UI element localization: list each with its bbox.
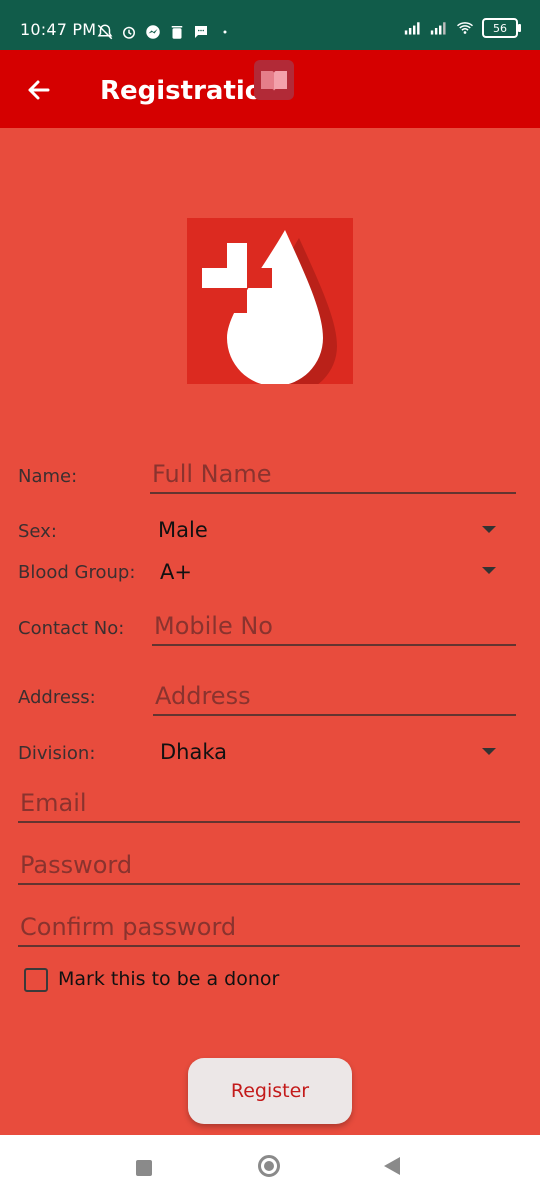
sex-dropdown-icon[interactable] [482,526,496,533]
sex-select[interactable]: Male [158,518,208,542]
status-right: 56 [404,18,521,38]
blood-group-select[interactable]: A+ [160,560,192,584]
division-label: Division: [18,743,96,764]
sex-label: Sex: [18,521,57,542]
notifications-muted-icon [96,23,114,41]
status-icons [96,20,234,44]
email-underline [18,821,520,823]
wifi-icon [456,19,474,37]
password-input[interactable]: Password [20,851,132,879]
system-nav-bar [0,1135,540,1200]
blood-donation-logo [187,218,353,394]
messenger-icon [144,23,162,41]
status-time: 10:47 PM [20,20,97,39]
division-select[interactable]: Dhaka [160,740,227,764]
password-placeholder: Password [20,851,133,879]
password-underline [18,883,520,885]
confirm-password-input[interactable]: Confirm password [20,913,236,941]
name-label: Name: [18,466,78,487]
blood-group-dropdown-icon[interactable] [482,567,496,574]
address-input[interactable]: Address [155,682,251,710]
email-placeholder: Email [20,789,87,817]
battery-icon: 56 [482,18,521,38]
contact-label: Contact No: [18,618,125,639]
contact-underline [152,644,516,646]
address-underline [153,714,516,716]
status-bar: 10:47 PM 56 [0,0,540,50]
address-label: Address: [18,687,96,708]
arrow-back-icon[interactable] [22,74,54,106]
dot-icon [216,23,234,41]
blood-group-label: Blood Group: [18,562,136,583]
book-icon[interactable] [254,60,294,100]
signal-icon [404,19,422,37]
home-icon[interactable] [258,1155,280,1177]
address-placeholder: Address [155,682,251,710]
contact-placeholder: Mobile No [154,612,273,640]
name-underline [150,492,516,494]
confirm-password-underline [18,945,520,947]
confirm-password-placeholder: Confirm password [20,913,237,941]
alarm-icon [120,23,138,41]
delete-icon [168,23,186,41]
message-icon [192,23,210,41]
signal-icon-2 [430,19,448,37]
register-button[interactable]: Register [188,1058,352,1124]
recents-icon[interactable] [136,1160,152,1176]
email-input[interactable]: Email [20,789,87,817]
name-placeholder: Full Name [152,460,272,488]
contact-input[interactable]: Mobile No [154,612,273,640]
app-bar: Registration [0,50,540,128]
donor-checkbox-label[interactable]: Mark this to be a donor [58,968,279,990]
division-dropdown-icon[interactable] [482,748,496,755]
donor-checkbox[interactable] [24,968,48,992]
back-triangle-icon[interactable] [384,1157,400,1175]
name-input[interactable]: Full Name [152,460,271,488]
